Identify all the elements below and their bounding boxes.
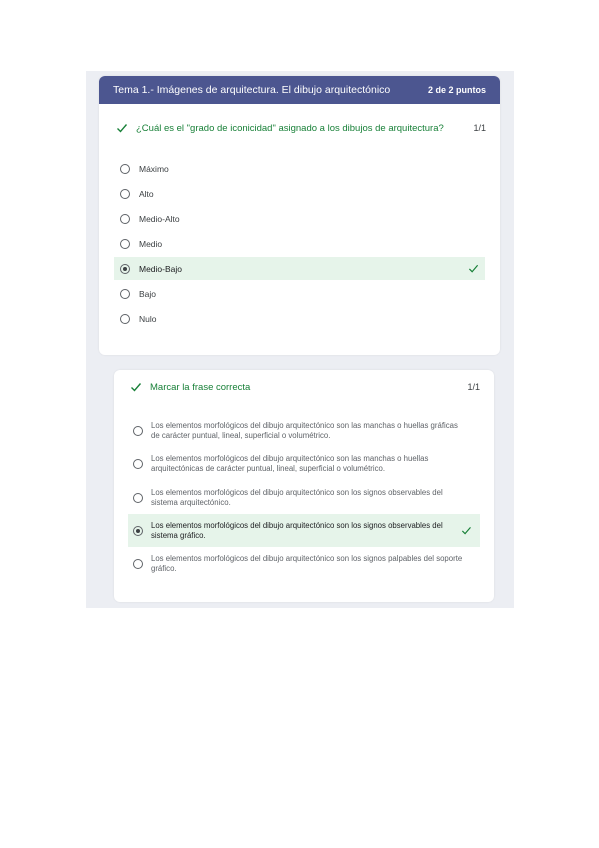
option-label: Los elementos morfológicos del dibujo ar… bbox=[151, 520, 443, 540]
check-icon bbox=[462, 526, 472, 535]
question-1-title: ¿Cuál es el "grado de iconicidad" asigna… bbox=[116, 122, 486, 134]
radio-button[interactable] bbox=[133, 458, 143, 469]
check-icon bbox=[117, 124, 128, 133]
option-alto[interactable]: Alto bbox=[114, 182, 485, 205]
question-card-2: Marcar la frase correcta 1/1 Los element… bbox=[114, 370, 494, 602]
option-bajo[interactable]: Bajo bbox=[114, 282, 485, 305]
question-card-1: Tema 1.- Imágenes de arquitectura. El di… bbox=[99, 76, 500, 355]
option-nulo[interactable]: Nulo bbox=[114, 307, 485, 330]
radio-button[interactable] bbox=[120, 313, 130, 324]
radio-button[interactable] bbox=[120, 238, 130, 249]
question-1-score: 1/1 bbox=[473, 123, 486, 133]
radio-button-selected[interactable] bbox=[120, 263, 130, 274]
radio-button[interactable] bbox=[120, 163, 130, 174]
option-label: Máximo bbox=[139, 163, 169, 174]
radio-button[interactable] bbox=[133, 492, 143, 503]
option-label: Medio bbox=[139, 238, 163, 249]
option-medio-bajo[interactable]: Medio-Bajo bbox=[114, 257, 485, 280]
question-1-text: ¿Cuál es el "grado de iconicidad" asigna… bbox=[136, 122, 444, 134]
option-label: Medio-Alto bbox=[139, 213, 180, 224]
question-2-title: Marcar la frase correcta 1/1 bbox=[130, 381, 480, 393]
option-statement-5[interactable]: Los elementos morfológicos del dibujo ar… bbox=[128, 547, 480, 580]
section-title: Tema 1.- Imágenes de arquitectura. El di… bbox=[113, 84, 391, 96]
radio-button[interactable] bbox=[133, 425, 143, 436]
radio-button[interactable] bbox=[120, 288, 130, 299]
radio-button[interactable] bbox=[120, 188, 130, 199]
option-label: Los elementos morfológicos del dibujo ar… bbox=[151, 420, 458, 440]
option-label: Los elementos morfológicos del dibujo ar… bbox=[151, 453, 429, 473]
option-statement-4[interactable]: Los elementos morfológicos del dibujo ar… bbox=[128, 514, 480, 547]
option-label: Nulo bbox=[139, 313, 157, 324]
question-2-score: 1/1 bbox=[467, 382, 480, 392]
option-label: Alto bbox=[139, 188, 154, 199]
option-label: Medio-Bajo bbox=[139, 263, 182, 274]
option-medio-alto[interactable]: Medio-Alto bbox=[114, 207, 485, 230]
check-icon bbox=[468, 264, 479, 273]
radio-button-selected[interactable] bbox=[133, 525, 143, 536]
question-2-text: Marcar la frase correcta bbox=[150, 381, 251, 393]
option-statement-3[interactable]: Los elementos morfológicos del dibujo ar… bbox=[128, 481, 480, 514]
option-maximo[interactable]: Máximo bbox=[114, 157, 485, 180]
check-icon bbox=[131, 383, 142, 392]
option-label: Bajo bbox=[139, 288, 157, 299]
option-label: Los elementos morfológicos del dibujo ar… bbox=[151, 487, 443, 507]
option-label: Los elementos morfológicos del dibujo ar… bbox=[151, 553, 463, 573]
option-statement-2[interactable]: Los elementos morfológicos del dibujo ar… bbox=[128, 447, 480, 480]
radio-button[interactable] bbox=[133, 558, 143, 569]
section-header: Tema 1.- Imágenes de arquitectura. El di… bbox=[99, 76, 500, 104]
radio-button[interactable] bbox=[120, 213, 130, 224]
option-medio[interactable]: Medio bbox=[114, 232, 485, 255]
option-statement-1[interactable]: Los elementos morfológicos del dibujo ar… bbox=[128, 414, 480, 447]
total-points: 2 de 2 puntos bbox=[427, 85, 486, 95]
